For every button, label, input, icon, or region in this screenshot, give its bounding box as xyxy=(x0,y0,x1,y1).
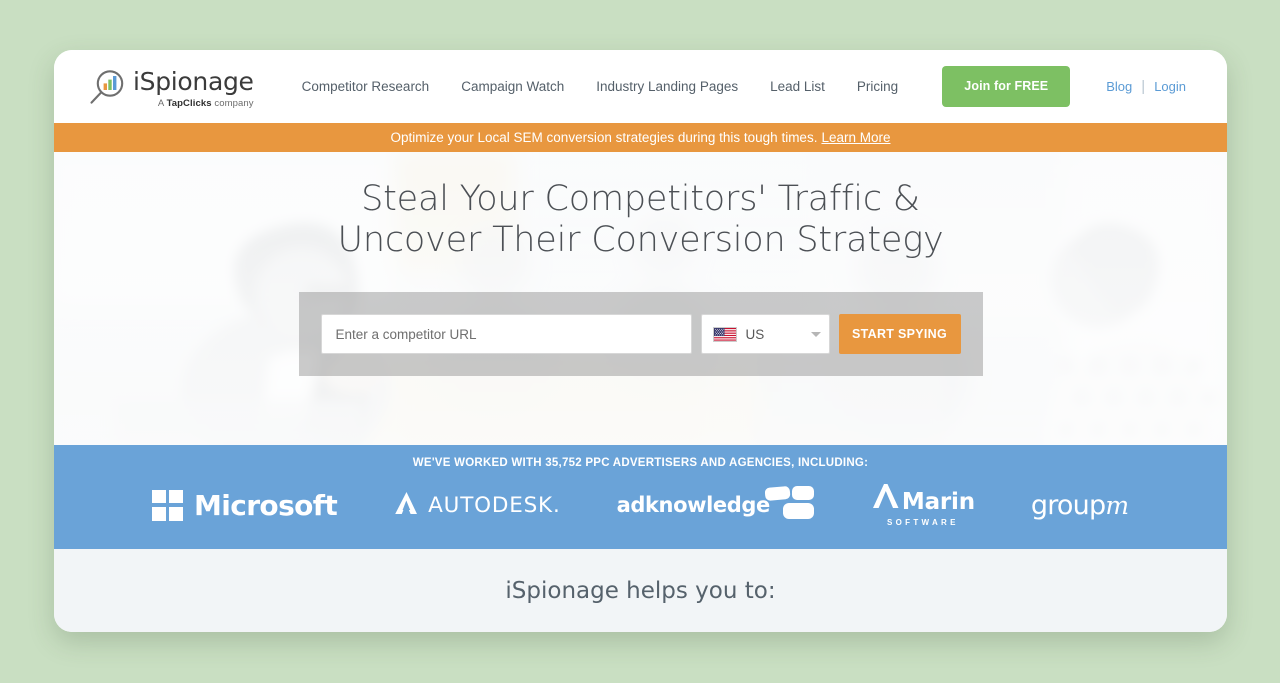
marin-wordmark: Marin xyxy=(871,483,975,514)
announcement-banner[interactable]: Optimize your Local SEM conversion strat… xyxy=(54,123,1227,152)
helps-section: iSpionage helps you to: xyxy=(54,549,1227,632)
nav-item-competitor-research[interactable]: Competitor Research xyxy=(286,71,446,102)
clients-band: WE'VE WORKED WITH 35,752 PPC ADVERTISERS… xyxy=(54,445,1227,549)
client-logo-adknowledge: adknowledge xyxy=(617,484,815,526)
hero-content: Steal Your Competitors' Traffic & Uncove… xyxy=(54,152,1227,376)
us-flag-icon xyxy=(712,326,737,342)
announcement-learn-more-link[interactable]: Learn More xyxy=(821,130,890,145)
hero-title-line2: Uncover Their Conversion Strategy xyxy=(337,220,944,260)
groupm-m-glyph: m xyxy=(1105,490,1130,520)
competitor-url-input[interactable] xyxy=(320,314,692,354)
helps-title: iSpionage helps you to: xyxy=(505,577,776,604)
marin-sub-label: SOFTWARE xyxy=(887,518,959,527)
brand-tagline: A TapClicks company xyxy=(157,97,254,109)
microsoft-label: Microsoft xyxy=(193,488,338,522)
start-spying-button[interactable]: START SPYING xyxy=(838,314,961,354)
country-select[interactable]: US xyxy=(700,314,830,354)
blog-link[interactable]: Blog xyxy=(1097,79,1141,94)
header-actions: Join for FREE Blog | Login xyxy=(942,66,1195,107)
groupm-label: group xyxy=(1030,489,1106,521)
adknowledge-label: adknowledge xyxy=(616,493,771,517)
brand-text: iSpionage A TapClicks company xyxy=(133,69,254,109)
login-link[interactable]: Login xyxy=(1145,79,1195,94)
client-logo-row: Microsoft AUTODESK. adknowledge Marin SO… xyxy=(54,483,1227,527)
header-links: Blog | Login xyxy=(1097,79,1195,94)
nav-item-pricing[interactable]: Pricing xyxy=(841,71,914,102)
hero-title-line1: Steal Your Competitors' Traffic & xyxy=(361,179,920,219)
main-nav: Competitor Research Campaign Watch Indus… xyxy=(286,71,915,102)
site-header: iSpionage A TapClicks company Competitor… xyxy=(54,50,1227,123)
hero-title: Steal Your Competitors' Traffic & Uncove… xyxy=(54,179,1227,261)
hero-section: Steal Your Competitors' Traffic & Uncove… xyxy=(54,152,1227,445)
client-logo-groupm: group m xyxy=(1031,484,1129,526)
client-logo-autodesk: AUTODESK. xyxy=(393,484,560,526)
autodesk-label: AUTODESK. xyxy=(428,492,561,518)
chevron-down-icon xyxy=(810,331,821,337)
adknowledge-blocks-icon xyxy=(764,485,815,525)
client-logo-marin: Marin SOFTWARE xyxy=(871,483,975,527)
marin-m-icon xyxy=(871,483,901,514)
page-card: iSpionage A TapClicks company Competitor… xyxy=(54,50,1227,632)
brand-logo[interactable]: iSpionage A TapClicks company xyxy=(84,68,254,110)
country-code-label: US xyxy=(745,326,765,342)
nav-item-industry-landing-pages[interactable]: Industry Landing Pages xyxy=(580,71,754,102)
join-for-free-button[interactable]: Join for FREE xyxy=(942,66,1071,107)
nav-item-lead-list[interactable]: Lead List xyxy=(754,71,841,102)
microsoft-squares-icon xyxy=(151,489,183,521)
announcement-text: Optimize your Local SEM conversion strat… xyxy=(390,130,818,145)
marin-label: Marin xyxy=(901,489,975,515)
brand-name: iSpionage xyxy=(133,66,254,96)
competitor-search-panel: US START SPYING xyxy=(298,292,983,376)
magnifier-bar-chart-icon xyxy=(84,68,130,110)
nav-item-campaign-watch[interactable]: Campaign Watch xyxy=(445,71,580,102)
autodesk-a-icon xyxy=(393,490,419,521)
clients-caption: WE'VE WORKED WITH 35,752 PPC ADVERTISERS… xyxy=(412,457,869,469)
client-logo-microsoft: Microsoft xyxy=(151,484,338,526)
